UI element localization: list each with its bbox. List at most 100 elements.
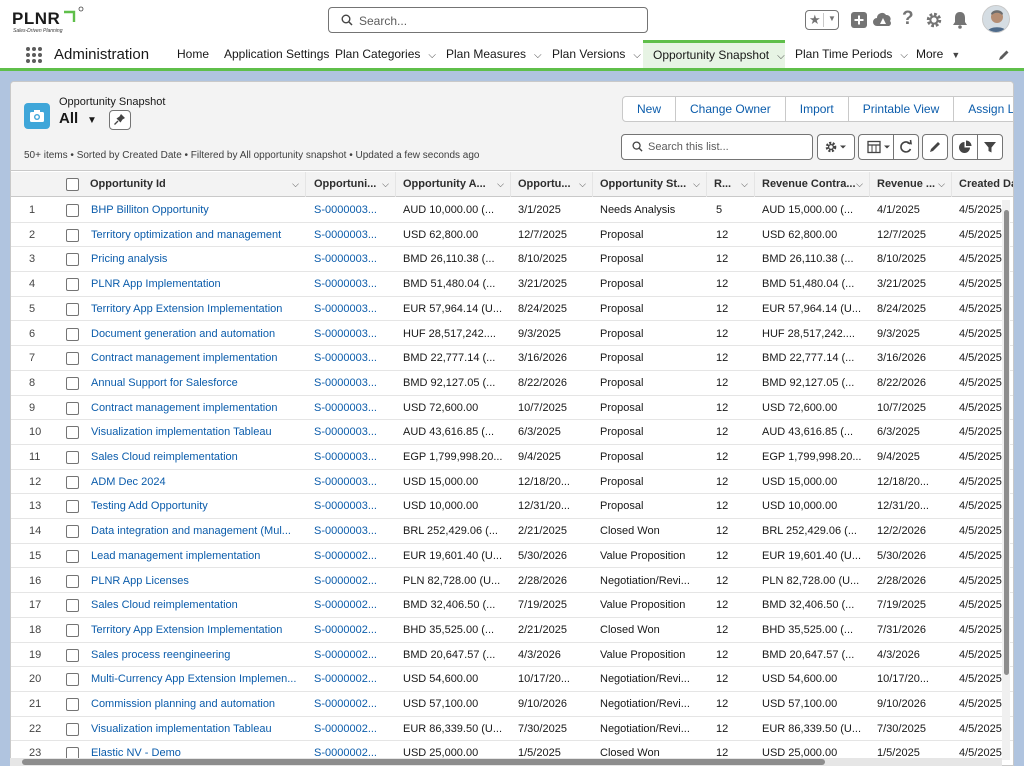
snapshot-name-link[interactable]: S-0000002... (307, 544, 392, 568)
column-header-opportunity-name[interactable]: Opportuni... ⌵ (307, 172, 396, 197)
nav-item-home[interactable]: Home (177, 40, 209, 68)
row-select-checkbox[interactable] (66, 549, 79, 563)
chevron-down-icon[interactable]: ⌵ (497, 172, 504, 197)
row-select-checkbox[interactable] (66, 204, 79, 217)
row-select-checkbox[interactable] (66, 722, 79, 736)
snapshot-name-link[interactable]: S-0000003... (307, 371, 392, 395)
chevron-down-icon[interactable]: ⌵ (579, 172, 586, 197)
snapshot-name-link[interactable]: S-0000002... (307, 692, 392, 716)
row-select-checkbox[interactable] (66, 451, 79, 464)
opportunity-id-link[interactable]: Document generation and automation (84, 322, 299, 346)
table-row[interactable]: 2 Territory optimization and management S-… (11, 223, 1013, 248)
edit-nav-icon[interactable] (998, 49, 1010, 61)
snapshot-name-link[interactable]: S-0000003... (307, 519, 392, 543)
snapshot-name-link[interactable]: S-0000003... (307, 396, 392, 420)
nav-item-plan-time-periods[interactable]: Plan Time Periods ⌵ (795, 40, 908, 68)
column-header-revenue-date[interactable]: Revenue ... ⌵ (870, 172, 952, 197)
chevron-down-icon[interactable]: ⌵ (633, 42, 641, 70)
favorites-button[interactable]: ★ ▼ (805, 10, 839, 30)
row-select-checkbox[interactable] (66, 278, 79, 292)
opportunity-id-link[interactable]: Annual Support for Salesforce (84, 371, 299, 395)
row-select-checkbox[interactable] (66, 500, 79, 514)
row-select-checkbox[interactable] (66, 599, 79, 613)
table-row[interactable]: 19 Sales process reengineering S-0000002..… (11, 643, 1013, 668)
opportunity-id-link[interactable]: BHP Billiton Opportunity (84, 198, 299, 222)
chevron-down-icon[interactable]: ⌵ (534, 42, 542, 70)
table-row[interactable]: 4 PLNR App Implementation S-0000003... BMD … (11, 272, 1013, 297)
chevron-down-icon[interactable]: ⌵ (741, 172, 748, 197)
row-select-checkbox[interactable] (66, 253, 79, 267)
nav-item-application-settings[interactable]: Application Settings (224, 40, 329, 68)
opportunity-id-link[interactable]: Pricing analysis (84, 247, 299, 271)
nav-item-plan-versions[interactable]: Plan Versions ⌵ (552, 40, 641, 68)
table-row[interactable]: 8 Annual Support for Salesforce S-0000003.… (11, 371, 1013, 396)
opportunity-id-link[interactable]: Contract management implementation (84, 396, 299, 420)
chevron-down-icon[interactable]: ⌵ (777, 44, 785, 69)
nav-item-plan-categories[interactable]: Plan Categories ⌵ (335, 40, 436, 68)
row-select-checkbox[interactable] (66, 673, 79, 687)
row-select-checkbox[interactable] (66, 426, 79, 440)
row-select-checkbox[interactable] (66, 525, 79, 539)
column-header-opportunity-close-date[interactable]: Opportu... ⌵ (511, 172, 593, 197)
row-select-checkbox[interactable] (66, 352, 79, 366)
row-select-checkbox[interactable] (66, 574, 79, 588)
plnr-logo[interactable]: PLNR Sales-Driven Planning (12, 6, 84, 36)
table-row[interactable]: 15 Lead management implementation S-000000… (11, 544, 1013, 569)
global-search-input[interactable]: Search... (328, 7, 648, 33)
row-select-checkbox[interactable] (66, 698, 79, 711)
table-row[interactable]: 22 Visualization implementation Tableau S-… (11, 717, 1013, 742)
snapshot-name-link[interactable]: S-0000002... (307, 643, 392, 667)
opportunity-id-link[interactable]: Contract management implementation (84, 346, 299, 370)
table-row[interactable]: 17 Sales Cloud reimplementation S-0000002.… (11, 593, 1013, 618)
table-row[interactable]: 5 Territory App Extension Implementation S… (11, 297, 1013, 322)
list-view-controls-button[interactable] (817, 134, 855, 160)
chevron-down-icon[interactable]: ⌵ (382, 172, 389, 197)
help-icon[interactable]: ? (902, 8, 914, 30)
snapshot-name-link[interactable]: S-0000003... (307, 445, 392, 469)
column-header-r[interactable]: R... ⌵ (707, 172, 755, 197)
opportunity-id-link[interactable]: Testing Add Opportunity (84, 494, 299, 518)
snapshot-name-link[interactable]: S-0000002... (307, 593, 392, 617)
filter-button[interactable] (977, 134, 1003, 160)
snapshot-name-link[interactable]: S-0000002... (307, 717, 392, 741)
list-view-name[interactable]: All (59, 110, 78, 127)
nav-item-opportunity-snapshot[interactable]: Opportunity Snapshot ⌵ (643, 40, 785, 68)
chevron-down-icon[interactable]: ⌵ (856, 172, 863, 197)
row-select-checkbox[interactable] (66, 401, 79, 415)
row-select-checkbox[interactable] (66, 376, 79, 390)
table-row[interactable]: 9 Contract management implementation S-000… (11, 396, 1013, 421)
edit-list-button[interactable] (922, 134, 948, 160)
column-header-created-date[interactable]: Created Da (952, 172, 1013, 197)
import-button[interactable]: Import (784, 96, 849, 122)
table-row[interactable]: 18 Territory App Extension Implementation… (11, 618, 1013, 643)
global-actions-add-icon[interactable] (850, 11, 868, 29)
snapshot-name-link[interactable]: S-0000003... (307, 297, 392, 321)
chevron-down-icon[interactable]: ▼ (828, 14, 836, 23)
snapshot-name-link[interactable]: S-0000003... (307, 494, 392, 518)
display-as-table-button[interactable] (858, 134, 898, 160)
opportunity-id-link[interactable]: Sales Cloud reimplementation (84, 445, 299, 469)
snapshot-name-link[interactable]: S-0000003... (307, 420, 392, 444)
horizontal-scrollbar-thumb[interactable] (22, 759, 825, 765)
chevron-down-icon[interactable]: ⌵ (938, 172, 945, 197)
snapshot-name-link[interactable]: S-0000003... (307, 223, 392, 247)
table-row[interactable]: 14 Data integration and management (Mul..… (11, 519, 1013, 544)
row-select-checkbox[interactable] (66, 228, 79, 242)
opportunity-id-link[interactable]: Commission planning and automation (84, 692, 299, 716)
chevron-down-icon[interactable]: ⌵ (292, 172, 299, 197)
table-row[interactable]: 12 ADM Dec 2024 S-0000003... USD 15,000.00 1… (11, 470, 1013, 495)
charts-button[interactable] (952, 134, 978, 160)
table-row[interactable]: 10 Visualization implementation Tableau S-… (11, 420, 1013, 445)
opportunity-id-link[interactable]: Lead management implementation (84, 544, 299, 568)
opportunity-id-link[interactable]: Territory App Extension Implementation (84, 618, 299, 642)
pin-list-view-button[interactable] (109, 110, 131, 130)
list-search-input[interactable]: Search this list... (621, 134, 813, 160)
column-header-opportunity-id[interactable]: Opportunity Id ⌵ (83, 172, 306, 197)
printable-view-button[interactable]: Printable View (847, 96, 955, 122)
chevron-down-icon[interactable]: ⌵ (428, 42, 436, 70)
opportunity-id-link[interactable]: Visualization implementation Tableau (84, 717, 299, 741)
nav-item-more[interactable]: More ▼ (916, 40, 960, 68)
opportunity-id-link[interactable]: Visualization implementation Tableau (84, 420, 299, 444)
table-row[interactable]: 21 Commission planning and automation S-00… (11, 692, 1013, 717)
change-owner-button[interactable]: Change Owner (675, 96, 786, 122)
